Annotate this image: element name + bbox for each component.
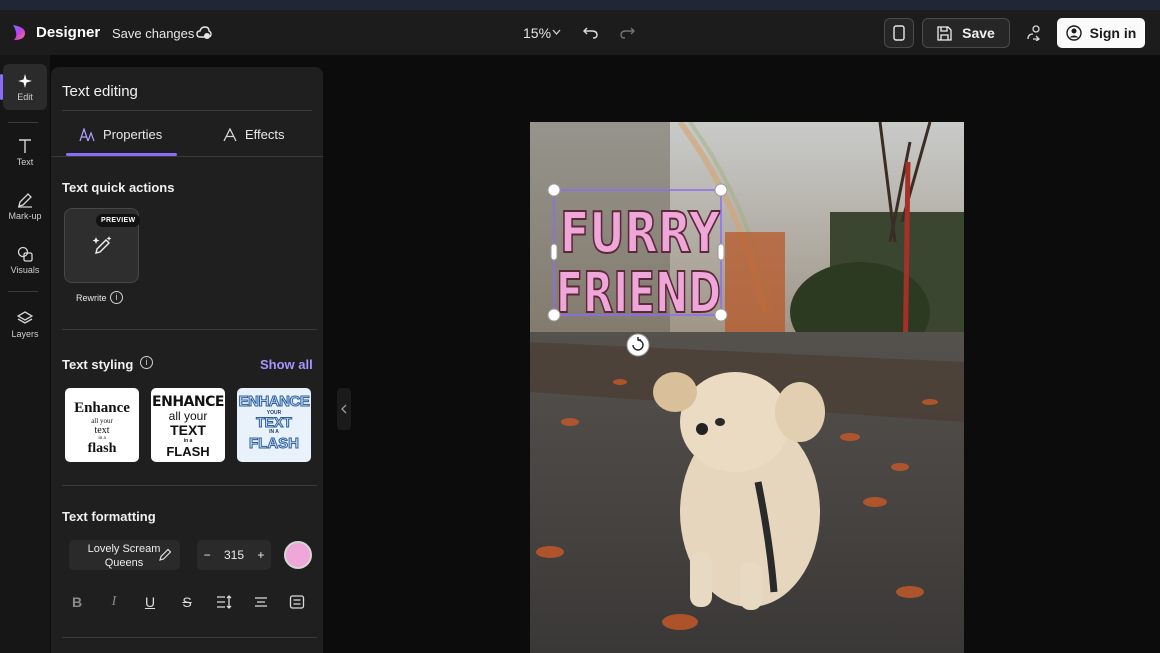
sign-in-label: Sign in	[1089, 25, 1137, 41]
cloud-save-icon	[196, 26, 212, 39]
rewrite-card[interactable]: PREVIEW	[64, 208, 141, 283]
style-text: FLASH	[249, 435, 300, 453]
undo-icon[interactable]	[583, 24, 598, 39]
collapse-panel-button[interactable]	[337, 388, 351, 430]
canvas-photo: FURRY FRIEND	[530, 122, 964, 653]
line-spacing-icon[interactable]	[216, 594, 232, 610]
list-icon[interactable]	[289, 594, 305, 610]
shapes-icon	[17, 246, 33, 262]
text-editing-panel: Text editing Properties Effects Text qui…	[51, 67, 323, 653]
zoom-level[interactable]: 15%	[523, 25, 551, 41]
style-text: TEXT	[170, 422, 206, 438]
text-formatting-title: Text formatting	[62, 509, 156, 524]
tab-properties[interactable]: Properties	[79, 127, 162, 142]
text-style-card-serif[interactable]: Enhance all your text in a flash	[65, 388, 139, 462]
bold-icon[interactable]: B	[69, 594, 85, 610]
save-button[interactable]: Save	[922, 18, 1010, 48]
sparkle-icon	[18, 73, 32, 88]
chevron-left-icon	[341, 404, 347, 414]
divider	[51, 156, 323, 157]
italic-icon[interactable]: I	[106, 594, 122, 610]
tab-effects[interactable]: Effects	[223, 127, 285, 142]
tab-properties-label: Properties	[103, 127, 163, 142]
divider	[62, 110, 312, 111]
font-name: Lovely Scream Queens	[87, 543, 161, 569]
canvas-headline-text: FURRY FRIEND	[555, 200, 722, 327]
rail-item-edit[interactable]: Edit	[0, 64, 47, 110]
increase-size-icon[interactable]: +	[257, 548, 264, 562]
font-selector[interactable]: Lovely Scream Queens	[69, 540, 180, 570]
style-text: Enhance	[74, 400, 130, 416]
style-text: ENHANCE	[152, 394, 224, 410]
headline-line-1[interactable]: FURRY	[559, 200, 722, 267]
rail-item-text[interactable]: Text	[3, 129, 47, 175]
rewrite-label: Rewrite	[76, 293, 107, 303]
user-icon	[1065, 25, 1082, 41]
show-all-link[interactable]: Show all	[260, 357, 313, 372]
rail-label-text: Text	[16, 156, 34, 167]
pencil-icon	[159, 548, 172, 561]
rail-item-layers[interactable]: Layers	[3, 301, 47, 347]
floppy-disk-icon	[937, 25, 952, 41]
app-name: Designer	[36, 24, 101, 41]
text-effects-icon	[223, 127, 237, 141]
tab-effects-label: Effects	[245, 127, 285, 142]
panel-title: Text editing	[62, 83, 138, 100]
align-center-icon[interactable]	[253, 594, 269, 610]
save-label: Save	[962, 25, 995, 41]
layers-icon	[17, 310, 33, 324]
text-color-swatch[interactable]	[284, 541, 312, 569]
redo-icon[interactable]	[620, 24, 635, 39]
pen-icon	[18, 192, 32, 208]
phone-icon	[893, 25, 905, 41]
underline-icon[interactable]: U	[142, 594, 158, 610]
mobile-preview-button[interactable]	[884, 18, 914, 48]
divider	[62, 637, 317, 638]
preview-badge: PREVIEW	[96, 214, 141, 227]
rotate-handle-icon[interactable]	[626, 333, 650, 357]
style-text: flash	[87, 441, 117, 456]
decrease-size-icon[interactable]: −	[204, 548, 211, 562]
save-changes-status[interactable]: Save changes	[112, 26, 194, 41]
left-tool-rail: Edit Text Mark-up Visuals Layers	[0, 55, 50, 653]
style-text: text	[94, 425, 110, 436]
info-icon[interactable]: i	[110, 291, 123, 304]
rail-divider	[8, 122, 38, 123]
text-style-card-bold[interactable]: ENHANCE all your TEXT in a FLASH	[151, 388, 225, 462]
rail-label-edit: Edit	[17, 91, 33, 102]
divider	[62, 485, 317, 486]
style-text: all your	[91, 417, 113, 425]
design-canvas[interactable]: FURRY FRIEND	[530, 122, 964, 653]
divider	[62, 329, 317, 330]
text-icon	[19, 138, 31, 153]
rail-item-visuals[interactable]: Visuals	[3, 237, 47, 283]
share-icon[interactable]	[1025, 24, 1042, 41]
font-size-value[interactable]: 315	[224, 548, 244, 562]
window-top-strip	[0, 0, 1160, 10]
quick-actions-title: Text quick actions	[62, 180, 175, 195]
rail-divider	[8, 291, 38, 292]
strikethrough-icon[interactable]: S	[179, 594, 195, 610]
style-text: FLASH	[166, 444, 210, 459]
text-styling-title: Text styling	[62, 357, 134, 372]
rail-label-markup: Mark-up	[8, 210, 42, 221]
sign-in-button[interactable]: Sign in	[1057, 18, 1145, 48]
rail-label-layers: Layers	[11, 328, 39, 339]
text-style-card-outline[interactable]: ENHANCE YOUR TEXT IN A FLASH	[237, 388, 311, 462]
info-icon[interactable]: i	[140, 356, 153, 369]
headline-line-2[interactable]: FRIEND	[555, 260, 722, 327]
font-size-stepper[interactable]: − 315 +	[197, 540, 271, 570]
style-text: ENHANCE	[238, 393, 310, 411]
style-text: TEXT	[256, 414, 293, 430]
designer-logo-icon	[13, 25, 25, 40]
magic-pen-icon	[92, 236, 112, 254]
text-properties-icon	[79, 127, 95, 141]
chevron-down-icon[interactable]	[552, 29, 561, 35]
top-toolbar: Designer Save changes 15% Save Sign in	[0, 10, 1160, 55]
rail-item-markup[interactable]: Mark-up	[3, 183, 47, 229]
rail-label-visuals: Visuals	[10, 264, 40, 275]
style-text: all your	[168, 409, 208, 423]
